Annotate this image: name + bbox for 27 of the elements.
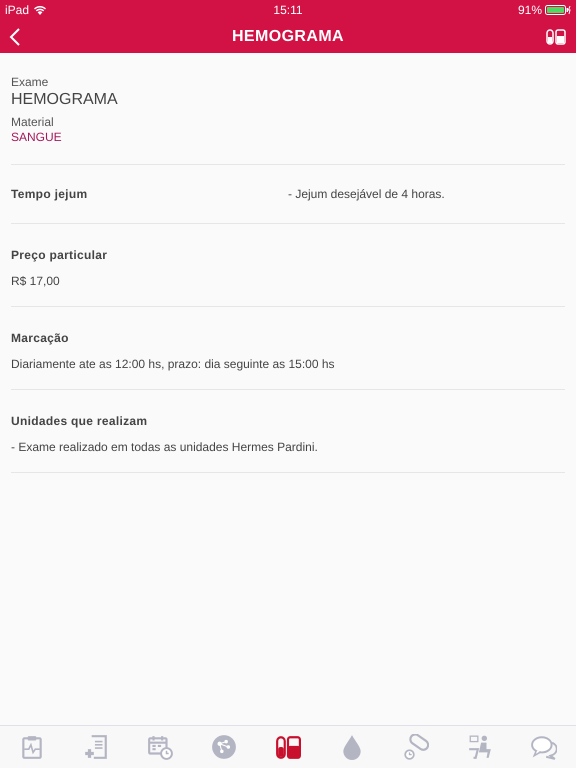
molecule-circle-icon[interactable] (211, 734, 237, 760)
section-value: - Exame realizado em todas as unidades Hermes Pardini. (11, 439, 319, 456)
pill-clock-icon[interactable] (403, 734, 429, 760)
material-label: Material (11, 115, 55, 130)
test-tubes-icon[interactable] (275, 734, 301, 760)
exam-name: HEMOGRAMA (11, 90, 119, 110)
test-tubes-icon[interactable] (546, 28, 566, 44)
section-value: - Jejum desejável de 4 horas. (288, 186, 445, 203)
back-button[interactable] (9, 26, 21, 46)
patient-chair-icon[interactable] (467, 734, 493, 760)
section-value: Diariamente ate as 12:00 hs, prazo: dia seguinte as 15:00 hs (11, 356, 336, 373)
exam-label: Exame (11, 75, 50, 90)
device-name: iPad (5, 2, 30, 19)
battery-icon (545, 5, 571, 15)
material-value: SANGUE (11, 130, 63, 144)
section-label: Tempo jejum (11, 186, 88, 203)
section-value: R$ 17,00 (11, 273, 61, 290)
chat-bubbles-icon[interactable] (531, 734, 557, 760)
page-title: HEMOGRAMA (232, 26, 344, 46)
document-plus-icon[interactable] (83, 734, 109, 760)
status-time: 15:11 (273, 2, 303, 19)
section-label: Marcação (11, 330, 70, 347)
wifi-icon (34, 6, 46, 14)
section-label: Preço particular (11, 247, 108, 264)
calendar-clock-icon[interactable] (147, 734, 173, 760)
battery-percent: 91% (518, 2, 542, 19)
section-label: Unidades que realizam (11, 413, 148, 430)
